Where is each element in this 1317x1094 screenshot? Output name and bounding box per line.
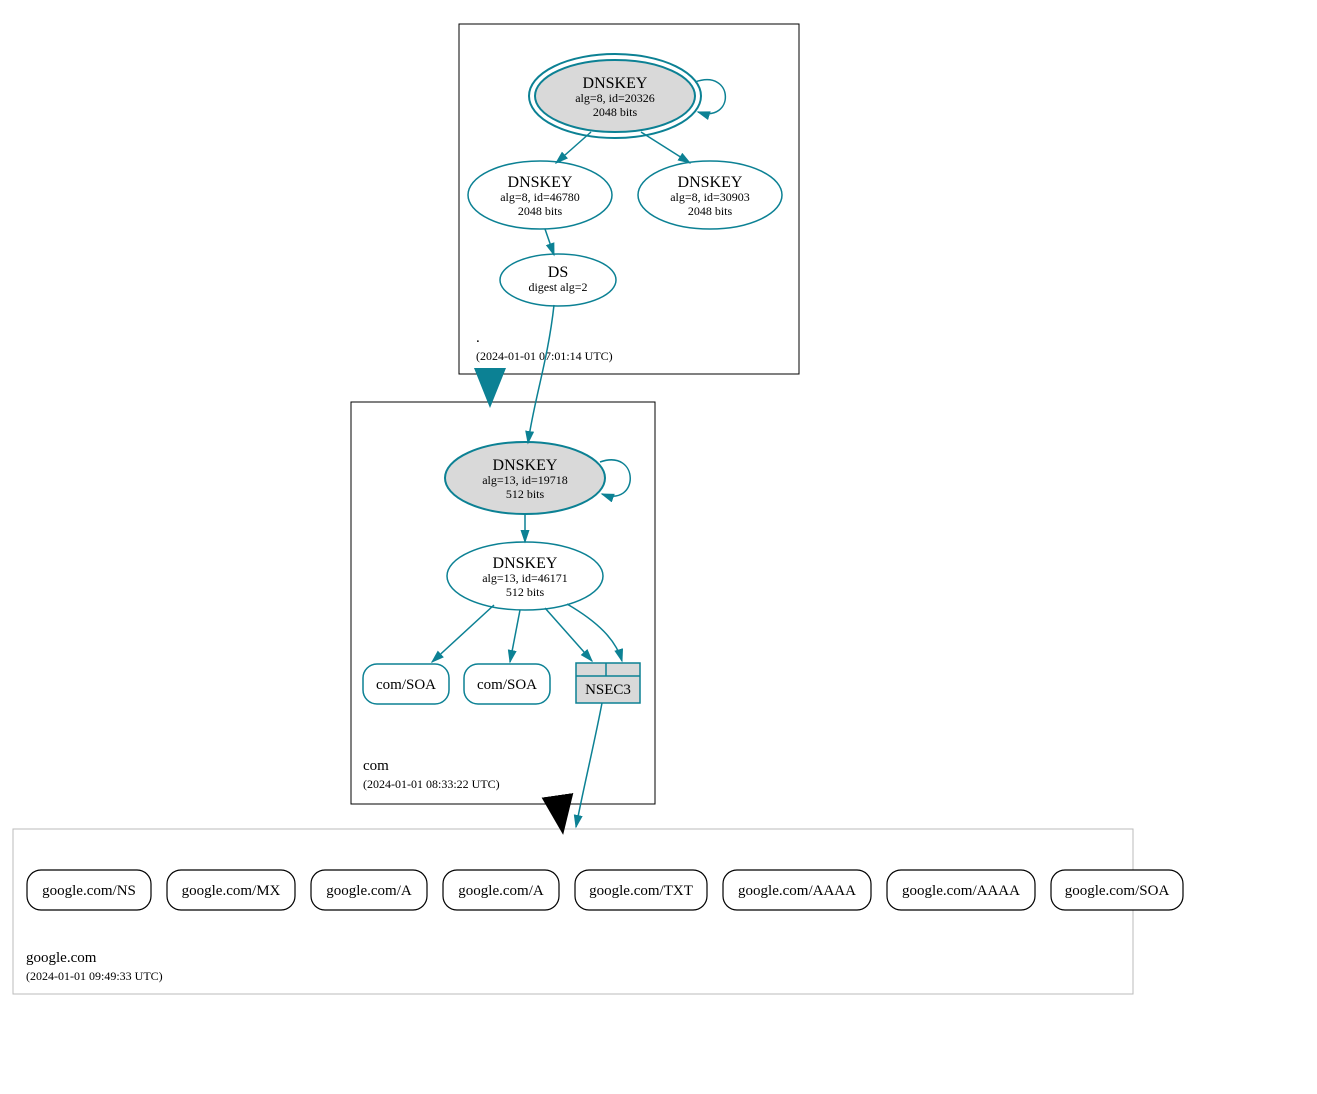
edge-root-ksk-self bbox=[695, 80, 725, 114]
svg-text:google.com/TXT: google.com/TXT bbox=[589, 883, 693, 899]
node-root-zsk1: DNSKEY alg=8, id=46780 2048 bits bbox=[468, 161, 612, 229]
svg-text:DNSKEY: DNSKEY bbox=[583, 75, 648, 92]
edge-com-zsk-soa1 bbox=[432, 605, 494, 662]
svg-text:alg=8, id=46780: alg=8, id=46780 bbox=[500, 190, 580, 204]
svg-text:DS: DS bbox=[548, 264, 568, 281]
edge-root-ksk-zsk2 bbox=[641, 132, 690, 163]
svg-text:com/SOA: com/SOA bbox=[477, 677, 537, 693]
node-google-soa: google.com/SOA bbox=[1051, 870, 1183, 910]
node-com-nsec3: NSEC3 bbox=[576, 663, 640, 703]
svg-text:DNSKEY: DNSKEY bbox=[493, 457, 558, 474]
svg-text:512 bits: 512 bits bbox=[506, 487, 545, 501]
edge-root-to-com bbox=[490, 374, 497, 400]
svg-text:google.com/NS: google.com/NS bbox=[42, 883, 136, 899]
svg-text:digest alg=2: digest alg=2 bbox=[528, 280, 587, 294]
svg-text:2048 bits: 2048 bits bbox=[688, 204, 733, 218]
zone-com-label: com bbox=[363, 758, 389, 774]
node-com-soa-1: com/SOA bbox=[363, 664, 449, 704]
edge-root-zsk1-ds bbox=[545, 229, 554, 255]
node-com-zsk: DNSKEY alg=13, id=46171 512 bits bbox=[447, 542, 603, 610]
edge-com-zsk-nsec3-b bbox=[567, 604, 622, 661]
svg-text:google.com/A: google.com/A bbox=[458, 883, 544, 899]
svg-text:DNSKEY: DNSKEY bbox=[678, 174, 743, 191]
svg-text:2048 bits: 2048 bits bbox=[518, 204, 563, 218]
zone-com-timestamp: (2024-01-01 08:33:22 UTC) bbox=[363, 777, 500, 791]
node-google-ns: google.com/NS bbox=[27, 870, 151, 910]
node-google-aaaa-1: google.com/AAAA bbox=[723, 870, 871, 910]
node-google-aaaa-2: google.com/AAAA bbox=[887, 870, 1035, 910]
node-google-mx: google.com/MX bbox=[167, 870, 295, 910]
zone-google-timestamp: (2024-01-01 09:49:33 UTC) bbox=[26, 969, 163, 983]
svg-text:DNSKEY: DNSKEY bbox=[493, 555, 558, 572]
svg-text:google.com/SOA: google.com/SOA bbox=[1065, 883, 1170, 899]
node-root-zsk2: DNSKEY alg=8, id=30903 2048 bits bbox=[638, 161, 782, 229]
dnssec-diagram: . (2024-01-01 07:01:14 UTC) DNSKEY alg=8… bbox=[0, 0, 1317, 1094]
node-com-ksk: DNSKEY alg=13, id=19718 512 bits bbox=[445, 442, 605, 514]
svg-text:alg=13, id=46171: alg=13, id=46171 bbox=[482, 571, 568, 585]
zone-root-label: . bbox=[476, 330, 480, 346]
node-google-a-1: google.com/A bbox=[311, 870, 427, 910]
svg-text:alg=13, id=19718: alg=13, id=19718 bbox=[482, 473, 568, 487]
node-google-a-2: google.com/A bbox=[443, 870, 559, 910]
svg-text:NSEC3: NSEC3 bbox=[585, 682, 631, 698]
node-root-ds: DS digest alg=2 bbox=[500, 254, 616, 306]
svg-text:google.com/MX: google.com/MX bbox=[182, 883, 281, 899]
svg-text:512 bits: 512 bits bbox=[506, 585, 545, 599]
svg-text:google.com/AAAA: google.com/AAAA bbox=[902, 883, 1020, 899]
svg-text:2048 bits: 2048 bits bbox=[593, 105, 638, 119]
svg-text:com/SOA: com/SOA bbox=[376, 677, 436, 693]
svg-text:google.com/A: google.com/A bbox=[326, 883, 412, 899]
edge-nsec3-to-google bbox=[576, 703, 602, 827]
svg-text:google.com/AAAA: google.com/AAAA bbox=[738, 883, 856, 899]
svg-text:alg=8, id=20326: alg=8, id=20326 bbox=[575, 91, 655, 105]
svg-text:DNSKEY: DNSKEY bbox=[508, 174, 573, 191]
node-root-ksk: DNSKEY alg=8, id=20326 2048 bits bbox=[529, 54, 701, 138]
zone-google-label: google.com bbox=[26, 950, 97, 966]
edge-com-zsk-soa2 bbox=[510, 610, 520, 662]
svg-text:alg=8, id=30903: alg=8, id=30903 bbox=[670, 190, 750, 204]
zone-google-box bbox=[13, 829, 1133, 994]
node-google-txt: google.com/TXT bbox=[575, 870, 707, 910]
edge-root-ksk-zsk1 bbox=[556, 132, 591, 163]
node-com-soa-2: com/SOA bbox=[464, 664, 550, 704]
edge-com-to-google-black bbox=[560, 804, 562, 827]
